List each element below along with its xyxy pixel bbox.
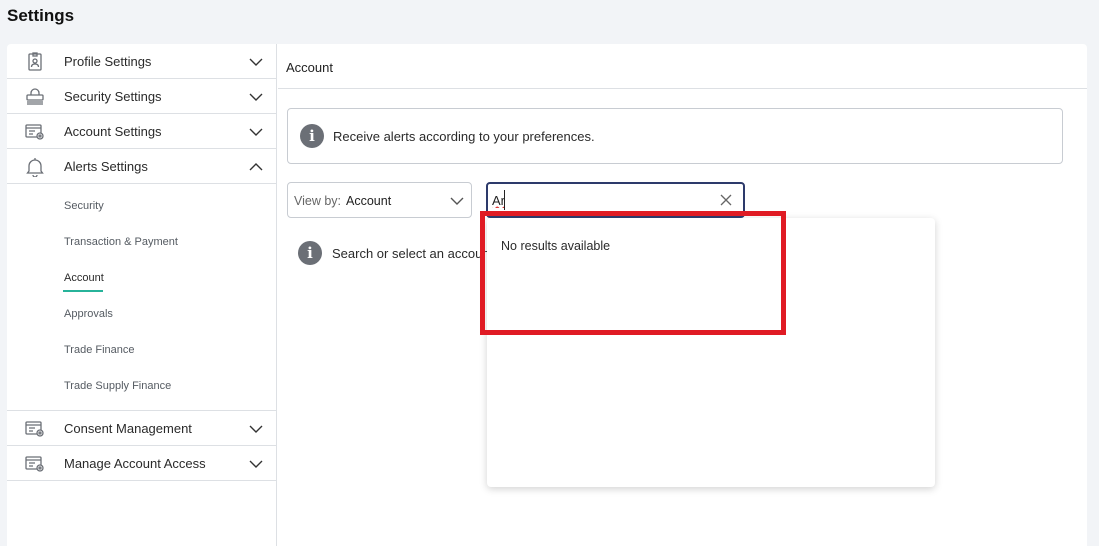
no-results-text: No results available xyxy=(501,239,611,253)
sidebar-item-account-settings[interactable]: Account Settings xyxy=(7,114,276,149)
sidebar-item-security-settings[interactable]: Security Settings xyxy=(7,79,276,114)
text-cursor xyxy=(504,190,505,210)
info-banner: i Receive alerts according to your prefe… xyxy=(287,108,1063,164)
chevron-down-icon xyxy=(450,197,464,205)
active-indicator xyxy=(63,290,103,292)
sidebar-item-profile-settings[interactable]: Profile Settings xyxy=(7,44,276,79)
subnav-item-transaction-payment[interactable]: Transaction & Payment xyxy=(7,224,276,260)
main-header: Account xyxy=(278,44,1087,89)
sidebar-item-consent-management[interactable]: Consent Management xyxy=(7,411,276,446)
page-title: Settings xyxy=(7,6,75,25)
close-icon[interactable] xyxy=(719,193,733,207)
subnav-item-trade-supply-finance[interactable]: Trade Supply Finance xyxy=(7,368,276,404)
sidebar: Profile Settings Security Settings Accou… xyxy=(7,44,277,546)
sidebar-item-label: Account Settings xyxy=(64,123,162,139)
profile-card-icon xyxy=(28,52,42,71)
subnav-label: Transaction & Payment xyxy=(64,236,178,248)
subnav-item-account[interactable]: Account xyxy=(7,260,276,296)
consent-settings-icon xyxy=(25,421,44,437)
chevron-down-icon[interactable] xyxy=(248,89,264,105)
sidebar-item-label: Alerts Settings xyxy=(64,158,148,174)
sidebar-item-alerts-settings[interactable]: Alerts Settings xyxy=(7,149,276,184)
subnav-item-security[interactable]: Security xyxy=(7,188,276,224)
chevron-down-icon[interactable] xyxy=(248,456,264,472)
info-icon: i xyxy=(298,241,322,265)
account-search-field[interactable] xyxy=(486,182,745,218)
subnav-label: Trade Finance xyxy=(64,344,135,356)
sidebar-item-label: Profile Settings xyxy=(64,53,152,69)
chevron-down-icon[interactable] xyxy=(248,54,264,70)
chevron-down-icon[interactable] xyxy=(248,421,264,437)
subnav-item-approvals[interactable]: Approvals xyxy=(7,296,276,332)
subnav-label: Account xyxy=(64,272,104,284)
subnav-label: Trade Supply Finance xyxy=(64,380,172,392)
view-by-select[interactable]: View by: Account xyxy=(287,182,472,218)
security-lock-icon xyxy=(26,88,44,105)
account-access-icon xyxy=(25,456,44,472)
sidebar-item-manage-account-access[interactable]: Manage Account Access xyxy=(7,446,276,481)
account-search-input[interactable] xyxy=(492,190,702,210)
info-icon: i xyxy=(300,124,324,148)
view-by-label: View by: xyxy=(294,194,342,208)
account-settings-icon xyxy=(25,124,44,140)
empty-state-text: Search or select an account xyxy=(332,246,494,261)
search-results-dropdown: No results available xyxy=(487,218,935,487)
subnav-label: Security xyxy=(64,200,104,212)
sidebar-item-label: Manage Account Access xyxy=(64,455,206,471)
alerts-submenu: Security Transaction & Payment Account A… xyxy=(7,184,276,411)
settings-card: Profile Settings Security Settings Accou… xyxy=(7,44,1087,546)
sidebar-item-label: Consent Management xyxy=(64,420,192,436)
view-by-value: Account xyxy=(346,194,392,208)
chevron-down-icon[interactable] xyxy=(248,124,264,140)
bell-settings-icon xyxy=(26,158,44,177)
subnav-item-trade-finance[interactable]: Trade Finance xyxy=(7,332,276,368)
chevron-up-icon[interactable] xyxy=(248,159,264,175)
info-banner-text: Receive alerts according to your prefere… xyxy=(333,129,595,144)
section-title: Account xyxy=(286,60,333,75)
subnav-label: Approvals xyxy=(64,308,113,320)
sidebar-item-label: Security Settings xyxy=(64,88,162,104)
